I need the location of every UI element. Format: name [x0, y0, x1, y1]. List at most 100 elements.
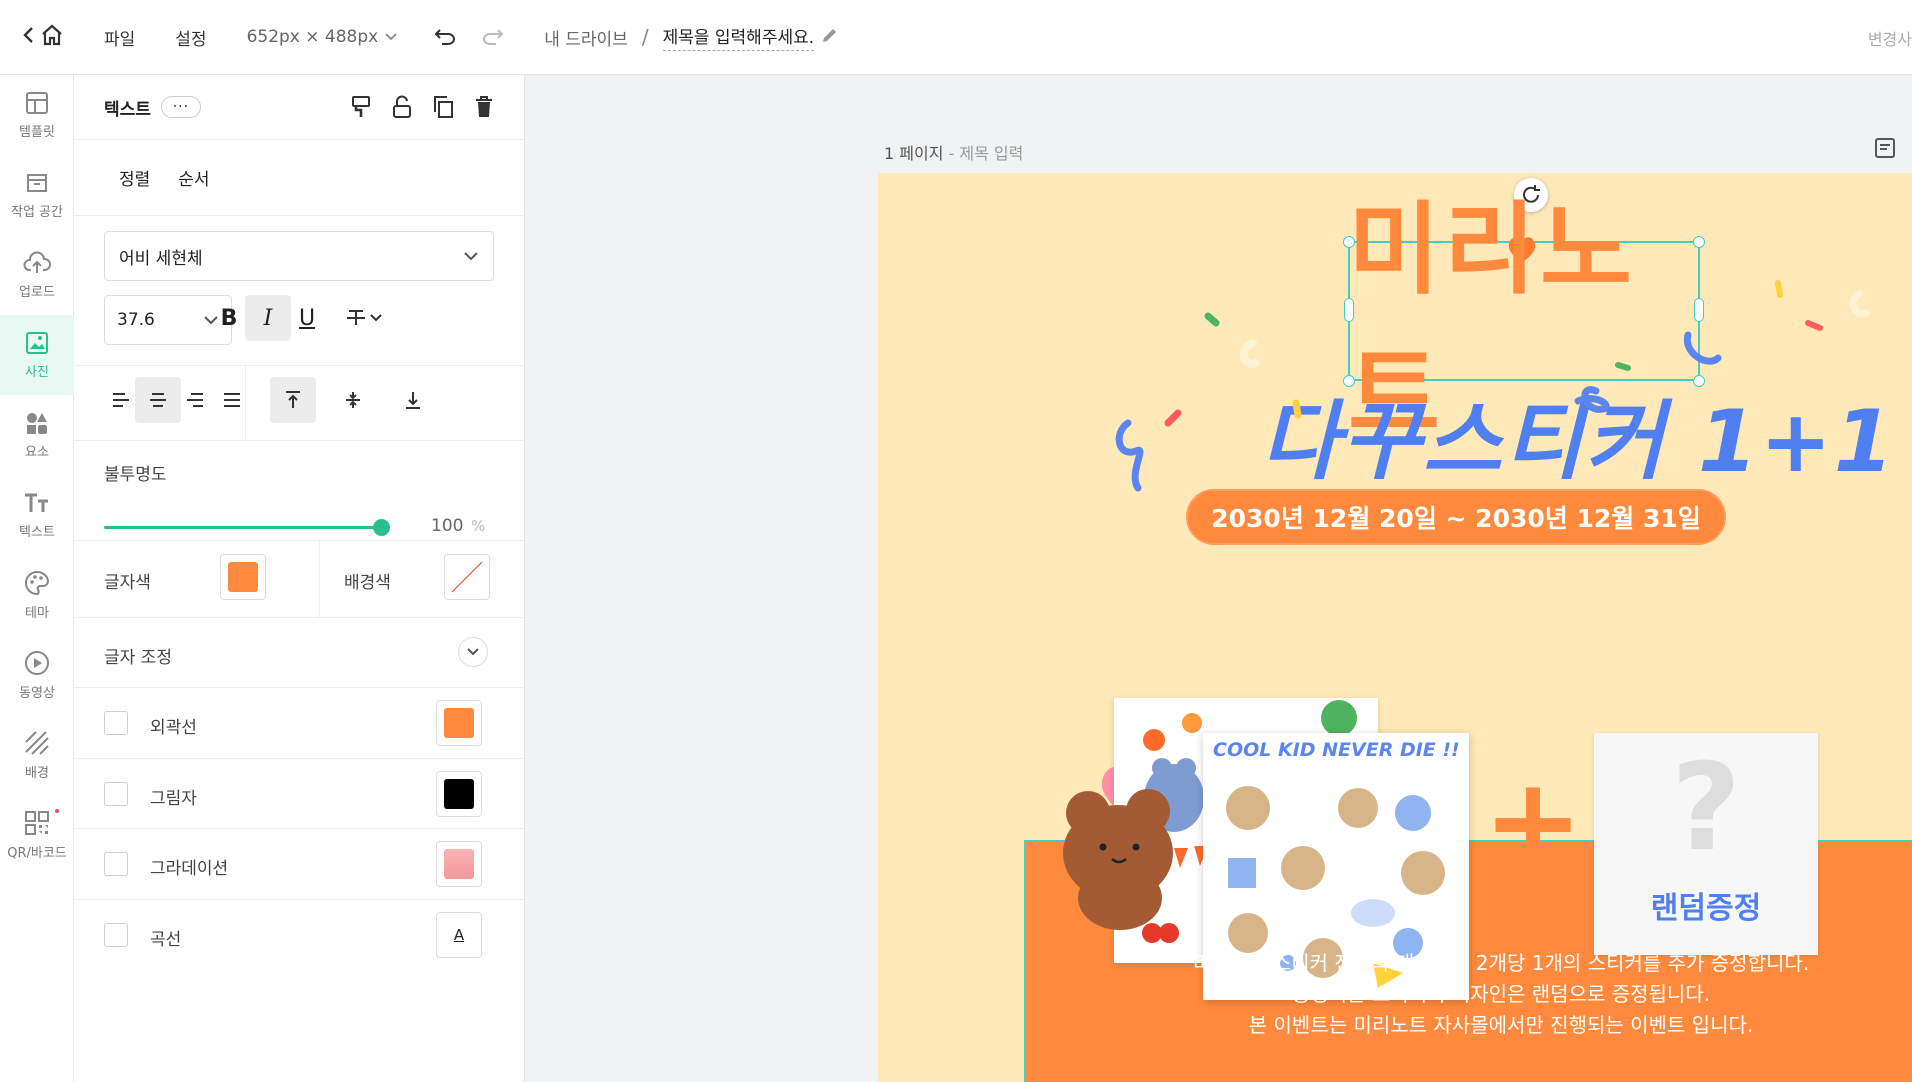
outline-label: 외곽선 — [150, 718, 197, 738]
random-gift-card[interactable]: ? 랜덤증정 — [1594, 733, 1818, 955]
font-size-value: 37.6 — [117, 310, 155, 330]
gradient-label: 그라데이션 — [150, 859, 229, 879]
sidebar-item-label: 동영상 — [19, 685, 55, 701]
more-options-button[interactable]: ··· — [160, 96, 201, 118]
no-color-icon — [451, 561, 483, 593]
valign-bottom-button[interactable] — [390, 377, 436, 423]
menu-file[interactable]: 파일 — [104, 25, 135, 50]
strikethrough-dropdown[interactable] — [334, 295, 394, 341]
menu-settings[interactable]: 설정 — [175, 25, 206, 50]
sidebar-item-label: 작업 공간 — [11, 204, 63, 220]
align-left-icon — [113, 393, 129, 407]
document-title-input[interactable]: 제목을 입력해주세요. — [662, 23, 815, 51]
align-justify-icon — [224, 393, 240, 407]
valign-top-button[interactable] — [270, 377, 316, 423]
chevron-down-icon — [385, 33, 397, 41]
opacity-slider-track[interactable] — [104, 526, 380, 529]
gradient-color-swatch[interactable] — [436, 841, 482, 887]
confetti-decoration — [1115, 280, 1870, 492]
sidebar-item-qr[interactable]: QR/바코드 — [0, 795, 74, 875]
back-icon[interactable] — [22, 25, 36, 49]
shadow-color-swatch[interactable] — [436, 771, 482, 817]
tab-align[interactable]: 정렬 — [119, 165, 150, 190]
sidebar-item-upload[interactable]: 업로드 — [0, 235, 74, 315]
notification-dot — [55, 809, 59, 813]
valign-middle-button[interactable] — [330, 377, 376, 423]
shadow-checkbox[interactable] — [104, 782, 128, 806]
pencil-icon[interactable] — [820, 25, 840, 49]
curve-label: 곡선 — [150, 930, 182, 950]
bg-color-label: 배경색 — [344, 573, 391, 593]
sidebar-item-label: 템플릿 — [19, 124, 55, 140]
outline-checkbox[interactable] — [104, 711, 128, 735]
sticker-sheet-heading: COOL KID NEVER DIE !! — [1213, 739, 1460, 761]
bear-character — [1063, 789, 1173, 930]
canvas-size-dropdown[interactable]: 652px × 488px — [247, 27, 399, 47]
photo-icon — [26, 331, 48, 354]
duplicate-icon[interactable] — [432, 95, 454, 119]
curve-text-icon[interactable]: A — [436, 912, 482, 958]
sidebar-item-theme[interactable]: 테마 — [0, 555, 74, 635]
text-color-swatch[interactable] — [220, 554, 266, 600]
chevron-down-icon — [370, 314, 382, 322]
sidebar-item-label: 배경 — [25, 765, 49, 781]
sidebar-item-elements[interactable]: 요소 — [0, 395, 74, 475]
text-color-label: 글자색 — [104, 573, 151, 593]
align-justify-button[interactable] — [209, 377, 255, 423]
workspace-icon — [27, 173, 47, 192]
sidebar-item-photo[interactable]: 사진 — [0, 315, 74, 395]
panel-header: 텍스트 ··· — [74, 75, 524, 140]
opacity-slider-handle[interactable] — [373, 519, 390, 536]
background-icon — [25, 730, 49, 755]
sidebar-item-video[interactable]: 동영상 — [0, 635, 74, 715]
upload-icon — [23, 251, 51, 273]
opacity-value[interactable]: 100 — [431, 516, 463, 536]
description-line-3: 본 이벤트는 미리노트 자사몰에서만 진행되는 이벤트 입니다. — [1248, 1013, 1754, 1037]
outline-color-swatch[interactable] — [436, 700, 482, 746]
unlock-icon[interactable] — [392, 95, 412, 119]
bunny-character — [1908, 663, 1912, 793]
canvas-size-label: 652px × 488px — [246, 27, 379, 47]
shadow-label: 그림자 — [150, 789, 197, 809]
strikethrough-icon — [347, 310, 365, 325]
curve-checkbox[interactable] — [104, 923, 128, 947]
sidebar-item-background[interactable]: 배경 — [0, 715, 74, 795]
chevron-down-icon — [464, 252, 478, 261]
random-gift-label: 랜덤증정 — [1650, 891, 1762, 926]
video-icon — [25, 650, 49, 675]
valign-top-icon — [286, 391, 300, 408]
opacity-unit: % — [471, 517, 486, 535]
page-notes-icon[interactable] — [1874, 137, 1896, 159]
text-adjust-toggle[interactable] — [458, 637, 488, 667]
sidebar-item-label: 테마 — [25, 605, 49, 621]
bg-color-swatch[interactable] — [444, 554, 490, 600]
text-properties-panel: 텍스트 ··· 정렬 순서 어비 세현체 37.6 B I U 불투명도 100… — [74, 75, 525, 1082]
font-family-select[interactable]: 어비 세현체 — [104, 231, 494, 281]
page-title-input[interactable]: 제목 입력 — [959, 144, 1023, 163]
font-family-value: 어비 세현체 — [119, 248, 203, 269]
sidebar-item-workspace[interactable]: 작업 공간 — [0, 155, 74, 235]
sidebar-item-label: 텍스트 — [19, 524, 55, 540]
redo-icon[interactable] — [482, 28, 504, 46]
breadcrumb-drive[interactable]: 내 드라이브 — [544, 25, 628, 50]
align-center-icon — [150, 393, 166, 407]
event-description[interactable]: 미리노트 스티커 전품목 대상으로 2개당 1개의 스티커를 추가 증정합니다.… — [1024, 948, 1912, 1041]
save-status: 변경사 — [1867, 30, 1912, 49]
sidebar-item-label: 요소 — [25, 444, 49, 460]
elements-icon — [27, 412, 47, 434]
sidebar-item-text[interactable]: 텍스트 — [0, 475, 74, 555]
underline-button[interactable]: U — [284, 295, 330, 341]
trash-icon[interactable] — [474, 95, 494, 119]
plus-sign[interactable]: + — [1483, 763, 1584, 883]
description-line-1: 미리노트 스티커 전품목 대상으로 2개당 1개의 스티커를 추가 증정합니다. — [1192, 951, 1810, 975]
design-page[interactable]: 미리노트 다꾸스티커 1+1 2030년 12월 20일 ~ 2030년 12월… — [878, 173, 1912, 1082]
undo-icon[interactable] — [434, 28, 456, 46]
gradient-checkbox[interactable] — [104, 852, 128, 876]
format-painter-icon[interactable] — [350, 95, 372, 119]
date-range-pill[interactable]: 2030년 12월 20일 ~ 2030년 12월 31일 — [1186, 489, 1726, 545]
tab-order[interactable]: 순서 — [178, 165, 209, 190]
home-icon[interactable] — [40, 24, 64, 50]
sidebar-item-template[interactable]: 템플릿 — [0, 75, 74, 155]
left-sidebar: 템플릿 작업 공간 업로드 사진 요소 텍스트 테마 동영상 배경 QR/바코드 — [0, 75, 74, 1082]
opacity-label: 불투명도 — [104, 465, 167, 485]
